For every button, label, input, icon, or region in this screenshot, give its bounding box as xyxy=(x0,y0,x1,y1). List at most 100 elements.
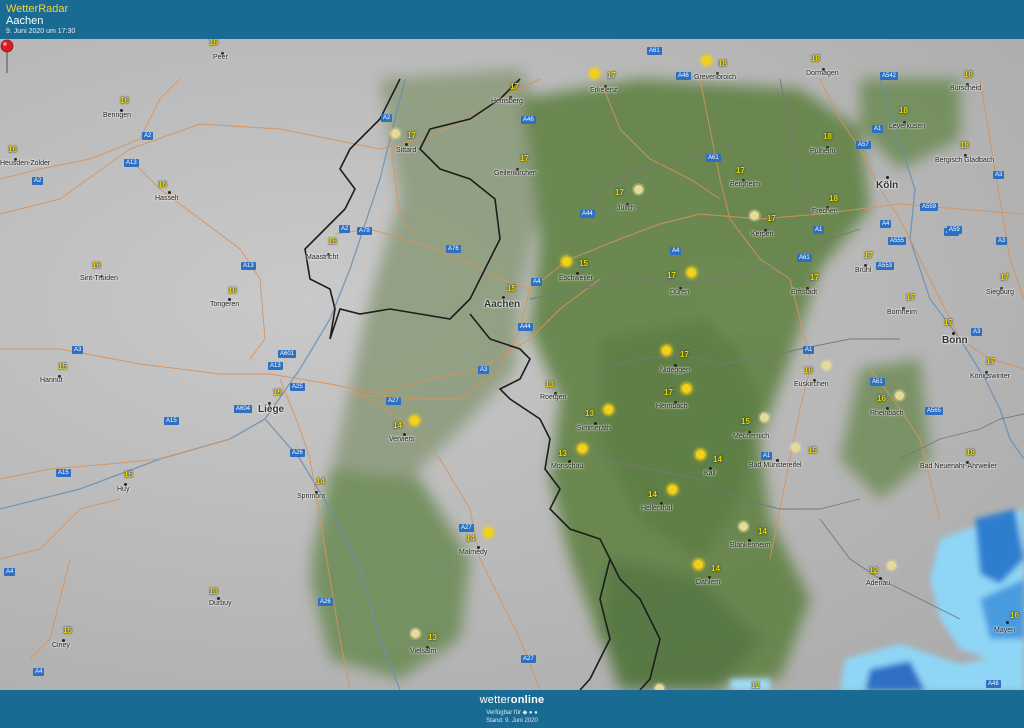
temperature-label: 17 xyxy=(944,318,953,327)
road-shield: A3 xyxy=(993,171,1005,179)
temperature-label: 14 xyxy=(466,534,475,543)
temperature-label: 14 xyxy=(393,421,402,430)
city-label: Heinsberg xyxy=(491,98,523,105)
road-shield: A3 xyxy=(478,366,490,374)
location-pin-icon[interactable] xyxy=(0,39,14,75)
brand-logo[interactable]: wetteronline xyxy=(0,694,1024,706)
brand-suffix: online xyxy=(510,694,545,706)
temperature-label: 15 xyxy=(273,388,282,397)
temperature-label: 18 xyxy=(811,54,820,63)
temperature-label: 14 xyxy=(711,564,720,573)
city-label: Adenau xyxy=(866,580,891,587)
road-shield: A604 xyxy=(234,405,253,413)
city-label: Sittard xyxy=(396,147,417,154)
city-label: Geilenkirchen xyxy=(494,170,537,177)
temperature-label: 17 xyxy=(615,188,624,197)
temperature-label: 13 xyxy=(545,380,554,389)
sun-icon xyxy=(760,413,769,422)
city-label: Bonn xyxy=(942,335,968,346)
road-shield: A1 xyxy=(803,346,815,354)
sun-icon xyxy=(590,69,599,78)
city-label: Königswinter xyxy=(970,373,1011,380)
city-label: Simmerath xyxy=(577,425,611,432)
temperature-label: 14 xyxy=(758,527,767,536)
radar-map[interactable]: Peer 16 Beringen 16 Hasselt 16 Heusden-Zold… xyxy=(0,39,1024,690)
temperature-label: 13 xyxy=(585,409,594,418)
temperature-label: 17 xyxy=(767,214,776,223)
city-label: Beringen xyxy=(103,112,132,119)
city-label: Hellenthal xyxy=(641,505,673,512)
city-label: Brühl xyxy=(855,267,872,274)
temperature-label: 16 xyxy=(209,39,218,47)
city-label: Köln xyxy=(876,180,899,191)
city-label: Malmedy xyxy=(459,549,488,556)
temperature-label: 17 xyxy=(736,166,745,175)
sun-icon xyxy=(562,257,571,266)
city-label: Mechernich xyxy=(733,433,770,440)
temperature-label: 16 xyxy=(877,394,886,403)
road-shield: A2 xyxy=(32,177,44,185)
temperature-label: 17 xyxy=(906,293,915,302)
road-shield: A4 xyxy=(670,247,682,255)
road-shield: A565 xyxy=(925,407,944,415)
road-shield: A27 xyxy=(521,655,536,663)
temperature-label: 16 xyxy=(8,145,17,154)
city-label: Jülich xyxy=(617,205,635,212)
road-shield: A4 xyxy=(33,668,45,676)
city-label: Verviers xyxy=(389,436,415,443)
radar-timestamp: 9. Juni 2020 um 17:30 xyxy=(6,28,76,35)
app-name: WetterRadar xyxy=(6,3,69,15)
availability-text: Verfügbar für ◆ ● ● xyxy=(486,710,538,716)
road-shield: A79 xyxy=(357,227,372,235)
city-label: Nideggen xyxy=(660,367,690,374)
sun-icon xyxy=(694,560,703,569)
temperature-label: 17 xyxy=(1000,273,1009,282)
sun-icon xyxy=(895,391,904,400)
temperature-label: 18 xyxy=(966,448,975,457)
city-label: Tongeren xyxy=(210,301,240,308)
temperature-label: 13 xyxy=(209,587,218,596)
city-label: Erftstadt xyxy=(791,289,818,296)
city-label: Peer xyxy=(213,54,228,61)
road-shield: A1 xyxy=(813,226,825,234)
city-label: Bergheim xyxy=(730,181,760,188)
temperature-label: 16 xyxy=(1010,611,1019,620)
road-shield: A553 xyxy=(876,262,895,270)
temperature-label: 16 xyxy=(328,237,337,246)
city-label: Euskirchen xyxy=(794,381,829,388)
temperature-label: 17 xyxy=(864,251,873,260)
sun-icon xyxy=(604,405,613,414)
city-label: Ciney xyxy=(52,642,70,649)
temperature-label: 13 xyxy=(428,633,437,642)
road-shield: A2 xyxy=(381,114,393,122)
temperature-label: 17 xyxy=(986,357,995,366)
road-shield: A4 xyxy=(4,568,16,576)
city-label: Durbuy xyxy=(209,600,232,607)
sun-icon xyxy=(750,211,759,220)
temperature-label: 16 xyxy=(120,96,129,105)
temperature-label: 17 xyxy=(664,388,673,397)
temperature-label: 17 xyxy=(607,71,616,80)
sun-icon xyxy=(578,444,587,453)
temperature-label: 18 xyxy=(960,141,969,150)
city-label: Frechen xyxy=(812,208,838,215)
road-shield: A44 xyxy=(580,210,595,218)
city-label: Hannut xyxy=(40,377,63,384)
brand-prefix: wetter xyxy=(479,694,511,706)
temperature-label: 15 xyxy=(808,446,817,455)
city-label: Dahlem xyxy=(696,579,721,586)
city-label: Blankenheim xyxy=(730,542,771,549)
temperature-label: 18 xyxy=(823,132,832,141)
road-shield: A61 xyxy=(797,254,812,262)
city-label: Bad Neuenahr-Ahrweiler xyxy=(920,463,997,470)
road-shield: A3 xyxy=(971,328,983,336)
city-label: Bergisch Gladbach xyxy=(935,157,995,164)
temperature-label: 17 xyxy=(407,131,416,140)
city-label: Aachen xyxy=(484,299,521,310)
road-shield: A25 xyxy=(290,383,305,391)
road-shield: A15 xyxy=(164,417,179,425)
road-shield: A2 xyxy=(142,132,154,140)
road-shield: A4 xyxy=(880,220,892,228)
road-shield: A46 xyxy=(521,116,536,124)
road-shield: A15 xyxy=(56,469,71,477)
